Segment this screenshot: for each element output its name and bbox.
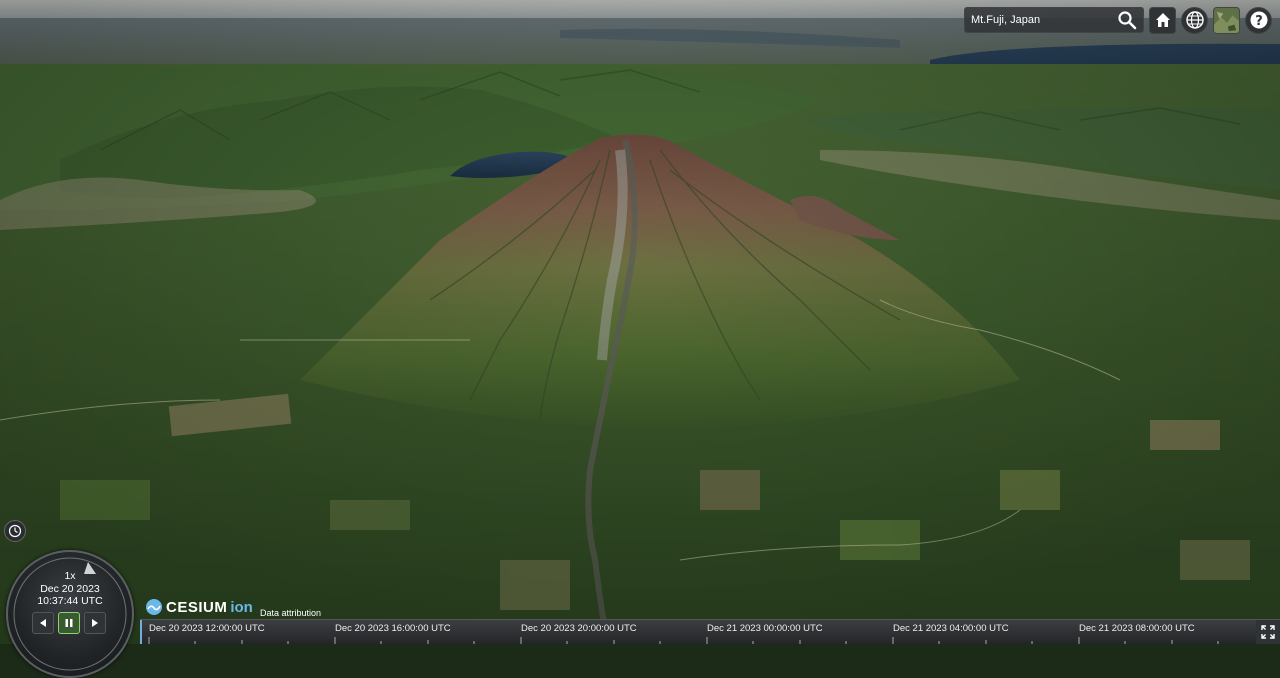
geocoder <box>964 7 1144 33</box>
timeline-ticks <box>148 637 1219 644</box>
help-icon: ? <box>1250 11 1267 29</box>
fullscreen-icon <box>1261 625 1275 639</box>
play-reverse-button[interactable] <box>32 612 54 634</box>
pause-icon <box>65 619 73 627</box>
search-icon[interactable] <box>1115 8 1139 32</box>
timeline-label: Dec 20 2023 16:00:00 UTC <box>335 623 451 634</box>
animation-date: Dec 20 2023 <box>40 583 100 595</box>
help-button[interactable]: ? <box>1245 6 1272 34</box>
terrain-scene <box>0 0 1280 644</box>
timeline[interactable]: Dec 20 2023 12:00:00 UTC Dec 20 2023 16:… <box>140 619 1256 644</box>
home-icon <box>1155 13 1170 27</box>
timeline-label: Dec 21 2023 00:00:00 UTC <box>707 623 823 634</box>
fullscreen-button[interactable] <box>1256 619 1280 644</box>
clock-icon[interactable] <box>4 520 26 542</box>
animation-time: 10:37:44 UTC <box>37 595 103 607</box>
cesium-logo-icon <box>146 599 162 615</box>
timeline-label: Dec 20 2023 20:00:00 UTC <box>521 623 637 634</box>
base-layer-picker-button[interactable] <box>1213 6 1240 34</box>
timeline-label: Dec 21 2023 08:00:00 UTC <box>1079 623 1195 634</box>
globe-icon <box>1185 11 1204 29</box>
animation-widget: 1x Dec 20 2023 10:37:44 UTC <box>0 520 140 678</box>
timeline-label: Dec 20 2023 12:00:00 UTC <box>149 623 265 634</box>
cesium-toolbar: ? <box>964 6 1272 34</box>
scene-mode-button[interactable] <box>1181 6 1208 34</box>
data-attribution-link[interactable]: Data attribution <box>260 608 321 618</box>
play-forward-button[interactable] <box>84 612 106 634</box>
imagery-layer-thumbnail <box>1214 7 1239 33</box>
svg-text:?: ? <box>1255 14 1263 29</box>
home-button[interactable] <box>1149 6 1176 34</box>
pause-button[interactable] <box>58 612 80 634</box>
timeline-label: Dec 21 2023 04:00:00 UTC <box>893 623 1009 634</box>
geocoder-search-input[interactable] <box>969 13 1115 27</box>
play-reverse-icon <box>40 619 46 627</box>
play-icon <box>92 619 98 627</box>
cesium-logo-suffix: ion <box>230 598 253 616</box>
animation-speed: 1x <box>64 570 76 582</box>
globe-viewport[interactable] <box>0 0 1280 644</box>
cesium-ion-logo[interactable]: CESIUM ion <box>145 598 253 616</box>
cesium-logo-word: CESIUM <box>166 598 228 616</box>
